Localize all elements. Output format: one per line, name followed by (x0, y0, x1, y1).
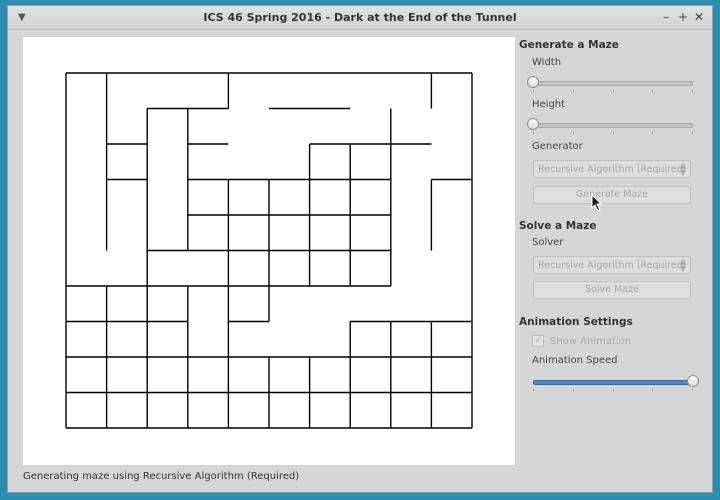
maze-drawing (65, 72, 473, 429)
updown-arrows-icon: ▲ ▼ (679, 161, 686, 177)
window-title: ICS 46 Spring 2016 - Dark at the End of … (203, 11, 517, 24)
main-window: ▼ ICS 46 Spring 2016 - Dark at the End o… (7, 5, 713, 493)
generator-select[interactable]: Recursive Algorithm (Required) ▲ ▼ (533, 160, 691, 178)
maximize-icon[interactable]: + (676, 10, 690, 24)
width-slider[interactable] (527, 75, 693, 92)
animation-section-title: Animation Settings (519, 316, 633, 328)
solve-section-title: Solve a Maze (519, 220, 597, 232)
show-animation-checkbox[interactable]: ✓ (532, 335, 544, 347)
width-label: Width (532, 57, 562, 68)
height-label: Height (532, 99, 566, 110)
solver-select-value: Recursive Algorithm (Required) (538, 260, 687, 271)
width-slider-handle[interactable] (527, 76, 539, 88)
animation-speed-slider[interactable] (533, 374, 699, 391)
close-icon[interactable]: ✕ (692, 10, 706, 24)
height-slider-handle[interactable] (527, 118, 539, 130)
solve-maze-button[interactable]: Solve Maze (533, 281, 691, 299)
generate-section-title: Generate a Maze (519, 39, 619, 51)
title-bar[interactable]: ▼ ICS 46 Spring 2016 - Dark at the End o… (8, 6, 712, 30)
minimize-icon[interactable]: – (659, 10, 673, 24)
mouse-pointer-icon (591, 194, 603, 212)
solver-label: Solver (532, 237, 564, 248)
generator-label: Generator (532, 141, 583, 152)
show-animation-label: Show Animation (550, 336, 632, 347)
height-slider[interactable] (527, 117, 693, 134)
animation-speed-slider-handle[interactable] (687, 375, 699, 387)
updown-arrows-icon: ▲ ▼ (679, 257, 686, 273)
status-text: Generating maze using Recursive Algorith… (23, 471, 300, 482)
maze-canvas (23, 37, 515, 465)
animation-speed-label: Animation Speed (532, 355, 618, 366)
solver-select[interactable]: Recursive Algorithm (Required) ▲ ▼ (533, 256, 691, 274)
generate-maze-button[interactable]: Generate Maze (533, 186, 691, 204)
show-animation-option[interactable]: ✓ Show Animation (532, 335, 631, 347)
generator-select-value: Recursive Algorithm (Required) (538, 164, 687, 175)
